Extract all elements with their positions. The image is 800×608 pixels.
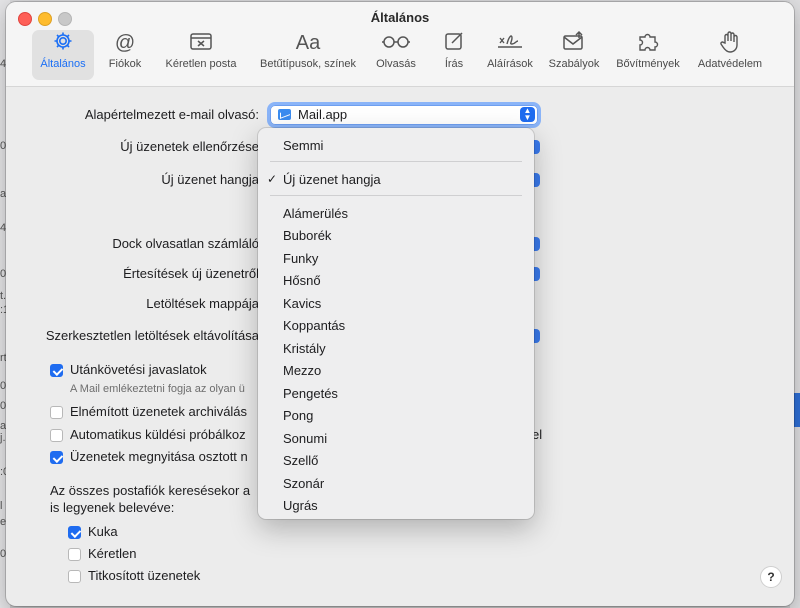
mail-app-icon bbox=[278, 109, 291, 120]
new-sound-label: Új üzenet hangja bbox=[161, 172, 259, 187]
open-split-label: Üzenetek megnyitása osztott n bbox=[70, 449, 248, 464]
menu-item-sound[interactable]: Funky bbox=[283, 251, 318, 266]
tab-general[interactable]: Általános bbox=[32, 30, 94, 80]
menu-item-sound[interactable]: Koppantás bbox=[283, 318, 345, 333]
followup-checkbox[interactable] bbox=[50, 364, 63, 377]
menu-item-sound[interactable]: Pengetés bbox=[283, 386, 338, 401]
menu-item-sound[interactable]: Alámerülés bbox=[283, 206, 348, 221]
menu-item-new-message-sound[interactable]: Új üzenet hangja bbox=[283, 172, 381, 187]
puzzle-icon bbox=[610, 30, 686, 56]
rules-envelope-icon bbox=[544, 30, 604, 56]
new-sound-popup-menu: Semmi ✓ Új üzenet hangja Alámerülés Bubo… bbox=[258, 128, 534, 519]
window-titlebar: Általános Általános @ Fiókok Kéretlen po… bbox=[6, 2, 794, 87]
followup-hint: A Mail emlékeztetni fogja az olyan ü bbox=[70, 383, 245, 395]
menu-item-sound[interactable]: Hősnő bbox=[283, 273, 321, 288]
chevron-updown-icon: ▲ ▼ bbox=[520, 107, 535, 122]
at-sign-icon: @ bbox=[114, 32, 136, 54]
help-button[interactable]: ? bbox=[760, 566, 782, 588]
tab-junk-mail[interactable]: Kéretlen posta bbox=[156, 30, 246, 80]
menu-item-sound[interactable]: Sonumi bbox=[283, 431, 327, 446]
include-trash-label: Kuka bbox=[88, 524, 118, 539]
default-reader-select[interactable]: Mail.app ▲ ▼ bbox=[270, 105, 538, 125]
window-title: Általános bbox=[370, 10, 430, 25]
menu-item-sound[interactable]: Kavics bbox=[283, 296, 321, 311]
menu-item-sound[interactable]: Szellő bbox=[283, 453, 318, 468]
gear-icon bbox=[32, 30, 94, 56]
glasses-icon bbox=[370, 30, 422, 56]
notifications-label: Értesítések új üzenetről bbox=[123, 266, 259, 281]
include-encrypted-label: Titkosított üzenetek bbox=[88, 568, 201, 583]
compose-icon bbox=[432, 30, 476, 56]
menu-item-sound[interactable]: Pong bbox=[283, 408, 313, 423]
default-reader-label: Alapértelmezett e-mail olvasó: bbox=[84, 107, 259, 122]
tab-rules[interactable]: Szabályok bbox=[544, 30, 604, 80]
tab-privacy[interactable]: Adatvédelem bbox=[692, 30, 768, 80]
dock-unread-label: Dock olvasatlan számláló bbox=[112, 236, 259, 251]
tab-viewing[interactable]: Olvasás bbox=[370, 30, 422, 80]
archive-muted-checkbox[interactable] bbox=[50, 406, 63, 419]
junk-tray-icon bbox=[156, 30, 246, 56]
menu-item-none[interactable]: Semmi bbox=[283, 138, 323, 153]
menu-separator bbox=[270, 195, 522, 196]
signature-icon bbox=[480, 30, 540, 56]
menu-item-sound[interactable]: Ugrás bbox=[283, 498, 318, 513]
include-trash-checkbox[interactable] bbox=[68, 526, 81, 539]
search-include-label-line1: Az összes postafiók keresésekor a bbox=[50, 483, 251, 498]
auto-send-label: Automatikus küldési próbálkoz bbox=[70, 427, 246, 442]
remove-downloads-label: Szerkesztetlen letöltések eltávolítása bbox=[45, 328, 259, 343]
font-aa-icon: Aa bbox=[295, 32, 321, 54]
hand-icon bbox=[692, 30, 768, 56]
followup-label: Utánkövetési javaslatok bbox=[70, 362, 207, 377]
search-include-label-line2: is legyenek belevéve: bbox=[50, 500, 175, 515]
archive-muted-label: Elnémított üzenetek archiválás bbox=[70, 404, 248, 419]
downloads-folder-label: Letöltések mappája bbox=[146, 296, 259, 311]
checkmark-icon: ✓ bbox=[267, 172, 278, 186]
include-junk-checkbox[interactable] bbox=[68, 548, 81, 561]
include-junk-label: Kéretlen bbox=[88, 546, 137, 561]
open-split-checkbox[interactable] bbox=[50, 451, 63, 464]
auto-send-checkbox[interactable] bbox=[50, 429, 63, 442]
tab-signatures[interactable]: Aláírások bbox=[480, 30, 540, 80]
include-encrypted-checkbox[interactable] bbox=[68, 570, 81, 583]
menu-separator bbox=[270, 161, 522, 162]
menu-item-sound[interactable]: Buborék bbox=[283, 228, 331, 243]
tab-composing[interactable]: Írás bbox=[432, 30, 476, 80]
check-new-label: Új üzenetek ellenőrzése bbox=[120, 139, 259, 154]
tab-extensions[interactable]: Bővítmények bbox=[610, 30, 686, 80]
tab-fonts-colors[interactable]: Aa Betűtípusok, színek bbox=[252, 30, 364, 80]
menu-item-sound[interactable]: Mezzo bbox=[283, 363, 321, 378]
menu-item-sound[interactable]: Szonár bbox=[283, 476, 324, 491]
menu-item-sound[interactable]: Kristály bbox=[283, 341, 326, 356]
tab-accounts[interactable]: @ Fiókok bbox=[102, 30, 148, 80]
